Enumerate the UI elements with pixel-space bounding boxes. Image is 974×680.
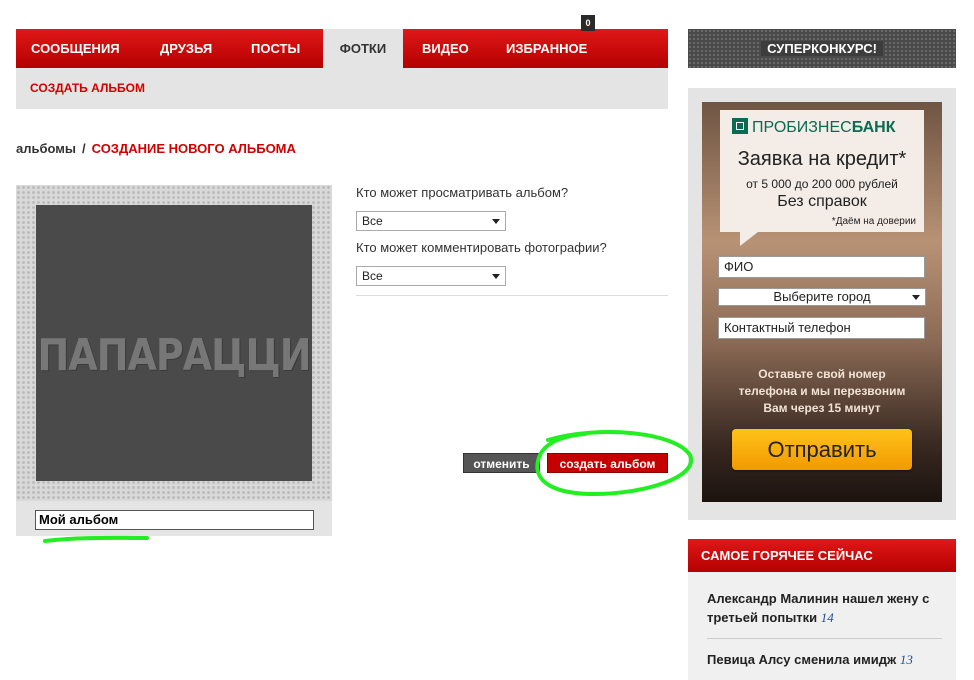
super-contest-label: СУПЕРКОНКУРС! <box>761 41 883 56</box>
ad-submit-button[interactable]: Отправить <box>732 429 912 470</box>
breadcrumb-current: СОЗДАНИЕ НОВОГО АЛЬБОМА <box>91 141 296 156</box>
view-permission-label: Кто может просматривать альбом? <box>356 185 569 200</box>
create-album-link[interactable]: СОЗДАТЬ АЛЬБОМ <box>30 81 145 95</box>
cancel-button[interactable]: отменить <box>463 453 540 473</box>
ad-footnote: *Даём на доверии <box>831 216 916 227</box>
hot-now-list: Александр Малинин нашел жену с третьей п… <box>688 572 956 680</box>
comment-permission-select[interactable]: Все <box>356 266 506 286</box>
nav-item-favorites[interactable]: ИЗБРАННОЕ <box>506 29 587 68</box>
nav-item-photos[interactable]: ФОТКИ <box>323 29 403 68</box>
create-album-button[interactable]: создать альбом <box>547 453 668 473</box>
bank-name-prefix: ПРОБИЗНЕС <box>752 119 852 136</box>
view-permission-value: Все <box>362 214 383 228</box>
hot-item-title: Певица Алсу сменила имидж <box>707 652 897 667</box>
bank-logo-icon <box>732 118 748 134</box>
bank-logo: ПРОБИЗНЕСБАНК <box>732 118 895 137</box>
view-permission-select[interactable]: Все <box>356 211 506 231</box>
breadcrumb: альбомы / СОЗДАНИЕ НОВОГО АЛЬБОМА <box>16 141 296 156</box>
nav-item-messages[interactable]: СООБЩЕНИЯ <box>31 29 120 68</box>
nav-item-friends[interactable]: ДРУЗЬЯ <box>160 29 212 68</box>
main-nav: СООБЩЕНИЯ ДРУЗЬЯ ПОСТЫ ФОТКИ ВИДЕО ИЗБРА… <box>16 29 668 68</box>
super-contest-button[interactable]: СУПЕРКОНКУРС! <box>688 29 956 68</box>
ad-message-line: телефона и мы перезвоним <box>738 384 906 398</box>
breadcrumb-albums-link[interactable]: альбомы <box>16 141 76 156</box>
chevron-down-icon <box>492 274 500 279</box>
ad-message-line: Вам через 15 минут <box>763 401 881 415</box>
ad-range: от 5 000 до 200 000 рублей <box>746 177 898 191</box>
breadcrumb-separator: / <box>82 141 86 156</box>
comment-count: 13 <box>899 652 913 667</box>
ad-city-select[interactable]: Выберите город <box>718 288 926 306</box>
list-item[interactable]: Александр Малинин нашел жену с третьей п… <box>707 589 937 627</box>
list-item[interactable]: Певица Алсу сменила имидж 13 <box>707 650 937 669</box>
bank-ad-banner[interactable]: ПРОБИЗНЕСБАНК Заявка на кредит* от 5 000… <box>702 102 942 502</box>
ad-city-value: Выберите город <box>773 289 871 304</box>
sub-nav: СОЗДАТЬ АЛЬБОМ <box>16 68 668 109</box>
divider <box>707 638 942 639</box>
hot-now-heading: САМОЕ ГОРЯЧЕЕ СЕЙЧАС <box>688 539 956 572</box>
annotation-underline <box>43 535 149 543</box>
comment-permission-value: Все <box>362 269 383 283</box>
ad-card: ПРОБИЗНЕСБАНК Заявка на кредит* от 5 000… <box>720 110 924 246</box>
favorites-count-badge: 0 <box>581 15 595 31</box>
comment-permission-label: Кто может комментировать фотографии? <box>356 240 607 255</box>
hot-item-title: Александр Малинин нашел жену с третьей п… <box>707 591 930 625</box>
ad-no-docs: Без справок <box>777 193 867 210</box>
album-cover-panel: ПАПАРАЦЦИ <box>16 185 332 536</box>
paparazzi-logo: ПАПАРАЦЦИ <box>37 329 312 381</box>
bank-name-suffix: БАНК <box>851 119 896 136</box>
divider <box>356 295 668 296</box>
ad-title: Заявка на кредит* <box>737 148 907 170</box>
ad-name-field[interactable]: ФИО <box>718 256 925 278</box>
ad-message: Оставьте свой номер телефона и мы перезв… <box>702 366 942 417</box>
comment-count: 14 <box>820 610 834 625</box>
chevron-down-icon <box>912 295 920 300</box>
chevron-down-icon <box>492 219 500 224</box>
ad-phone-field[interactable]: Контактный телефон <box>718 317 925 339</box>
nav-item-posts[interactable]: ПОСТЫ <box>251 29 300 68</box>
album-cover-image[interactable]: ПАПАРАЦЦИ <box>36 205 312 481</box>
ad-message-line: Оставьте свой номер <box>758 367 886 381</box>
album-name-input[interactable]: Мой альбом <box>35 510 314 530</box>
nav-item-video[interactable]: ВИДЕО <box>422 29 469 68</box>
